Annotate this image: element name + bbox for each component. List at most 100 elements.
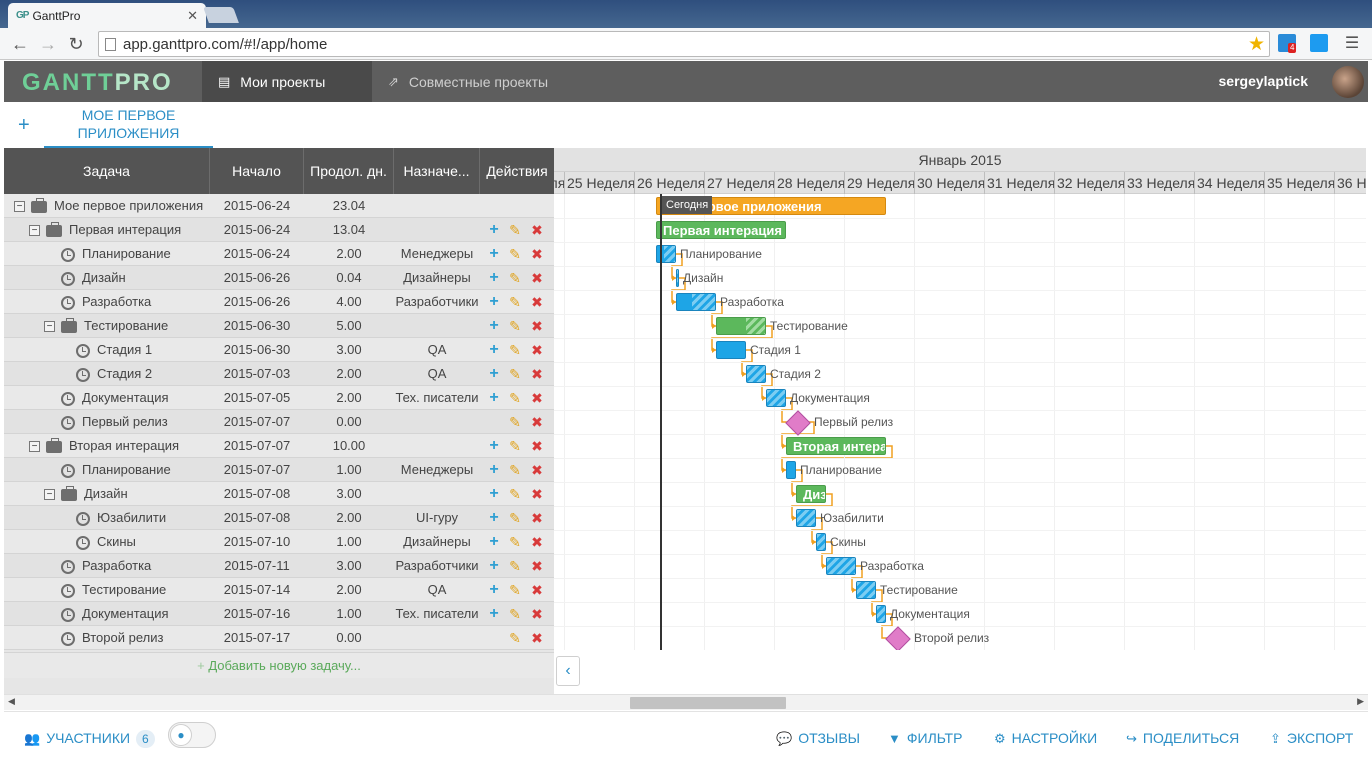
cell-duration[interactable]: 2.00: [304, 362, 394, 386]
cell-duration[interactable]: 5.00: [304, 314, 394, 338]
task-name[interactable]: Первый релиз: [82, 414, 168, 429]
delete-x-icon[interactable]: ✖: [529, 338, 545, 362]
cell-start[interactable]: 2015-07-10: [210, 530, 304, 554]
cell-assignee[interactable]: [394, 410, 480, 434]
delete-x-icon[interactable]: ✖: [529, 242, 545, 266]
collapse-grid-chevron-icon[interactable]: ‹: [556, 656, 580, 686]
edit-pencil-icon[interactable]: ✎: [507, 314, 523, 338]
add-subtask-icon[interactable]: +: [486, 482, 502, 506]
add-subtask-icon[interactable]: +: [486, 266, 502, 290]
edit-pencil-icon[interactable]: ✎: [507, 482, 523, 506]
ganttpro-logo[interactable]: GANTTPRO: [22, 69, 173, 97]
cell-assignee[interactable]: Разработчики: [394, 554, 480, 578]
back-arrow-icon[interactable]: ←: [8, 32, 32, 56]
cell-start[interactable]: 2015-07-17: [210, 626, 304, 650]
cell-start[interactable]: 2015-06-24: [210, 242, 304, 266]
scroll-right-icon[interactable]: ▶: [1357, 696, 1364, 707]
task-name[interactable]: Вторая интерация: [69, 438, 179, 453]
delete-x-icon[interactable]: ✖: [529, 314, 545, 338]
edit-pencil-icon[interactable]: ✎: [507, 554, 523, 578]
task-name[interactable]: Юзабилити: [97, 510, 166, 525]
filter-button[interactable]: ▼ ФИЛЬТР: [888, 728, 962, 748]
collapse-toggle-icon[interactable]: −: [29, 225, 40, 237]
table-row[interactable]: Стадия 1 2015-06-30 3.00 QA + ✎ ✖: [4, 338, 554, 362]
task-name[interactable]: Второй релиз: [82, 630, 163, 645]
task-bar[interactable]: [656, 245, 676, 263]
delete-x-icon[interactable]: ✖: [529, 530, 545, 554]
task-bar[interactable]: [786, 461, 796, 479]
add-subtask-icon[interactable]: +: [486, 314, 502, 338]
delete-x-icon[interactable]: ✖: [529, 578, 545, 602]
edit-pencil-icon[interactable]: ✎: [507, 338, 523, 362]
collapse-toggle-icon[interactable]: −: [14, 201, 25, 213]
add-subtask-icon[interactable]: +: [486, 458, 502, 482]
cell-assignee[interactable]: QA: [394, 338, 480, 362]
cell-assignee[interactable]: Тех. писатели: [394, 602, 480, 626]
add-subtask-icon[interactable]: +: [486, 338, 502, 362]
group-bar[interactable]: Вторая интерация: [786, 437, 886, 455]
delete-x-icon[interactable]: ✖: [529, 218, 545, 242]
task-name[interactable]: Стадия 2: [97, 366, 152, 381]
cell-duration[interactable]: 0.04: [304, 266, 394, 290]
add-subtask-icon[interactable]: +: [486, 386, 502, 410]
cell-assignee[interactable]: [394, 218, 480, 242]
table-row[interactable]: Дизайн 2015-06-26 0.04 Дизайнеры + ✎ ✖: [4, 266, 554, 290]
cell-duration[interactable]: 2.00: [304, 578, 394, 602]
cell-start[interactable]: 2015-07-14: [210, 578, 304, 602]
reviews-button[interactable]: 💬 ОТЗЫВЫ: [776, 728, 860, 748]
group-bar[interactable]: Первая интерация: [656, 221, 787, 239]
table-row[interactable]: Второй релиз 2015-07-17 0.00 ✎ ✖: [4, 626, 554, 650]
column-header-task[interactable]: Задача: [4, 148, 210, 194]
edit-pencil-icon[interactable]: ✎: [507, 410, 523, 434]
table-row[interactable]: − Мое первое приложения 2015-06-24 23.04: [4, 194, 554, 218]
collapse-toggle-icon[interactable]: −: [44, 489, 55, 501]
add-subtask-icon[interactable]: +: [486, 530, 502, 554]
cell-duration[interactable]: 1.00: [304, 458, 394, 482]
cell-duration[interactable]: 23.04: [304, 194, 394, 218]
export-button[interactable]: ⇪ ЭКСПОРТ: [1270, 728, 1353, 748]
task-name[interactable]: Первая интерация: [69, 222, 181, 237]
cell-assignee[interactable]: QA: [394, 362, 480, 386]
tab-close-icon[interactable]: ✕: [187, 8, 198, 24]
delete-x-icon[interactable]: ✖: [529, 434, 545, 458]
task-bar[interactable]: [746, 365, 766, 383]
task-bar[interactable]: [876, 605, 886, 623]
collapse-toggle-icon[interactable]: −: [29, 441, 40, 453]
cell-start[interactable]: 2015-07-16: [210, 602, 304, 626]
browser-tab[interactable]: GP GanttPro ✕: [8, 3, 206, 28]
delete-x-icon[interactable]: ✖: [529, 626, 545, 650]
cell-duration[interactable]: 0.00: [304, 410, 394, 434]
delete-x-icon[interactable]: ✖: [529, 482, 545, 506]
cell-assignee[interactable]: [394, 482, 480, 506]
table-row[interactable]: − Тестирование 2015-06-30 5.00 + ✎ ✖: [4, 314, 554, 338]
task-name[interactable]: Планирование: [82, 246, 171, 261]
delete-x-icon[interactable]: ✖: [529, 410, 545, 434]
task-name[interactable]: Мое первое приложения: [54, 198, 203, 213]
table-row[interactable]: Разработка 2015-06-26 4.00 Разработчики + ✎ ✖: [4, 290, 554, 314]
cell-duration[interactable]: 1.00: [304, 530, 394, 554]
column-header-start[interactable]: Начало: [210, 148, 304, 194]
twitter-extension-icon[interactable]: [1310, 34, 1328, 52]
cell-assignee[interactable]: [394, 194, 480, 218]
group-bar[interactable]: [716, 317, 766, 335]
edit-pencil-icon[interactable]: ✎: [507, 218, 523, 242]
share-button[interactable]: ↪ ПОДЕЛИТЬСЯ: [1126, 728, 1239, 748]
cell-assignee[interactable]: Менеджеры: [394, 242, 480, 266]
delete-x-icon[interactable]: ✖: [529, 554, 545, 578]
address-url[interactable]: app.ganttpro.com/#!/app/home: [123, 36, 327, 53]
task-bar[interactable]: [676, 269, 679, 287]
task-name[interactable]: Скины: [97, 534, 136, 549]
task-bar[interactable]: [796, 509, 816, 527]
cell-assignee[interactable]: Тех. писатели: [394, 386, 480, 410]
cell-duration[interactable]: 3.00: [304, 338, 394, 362]
cell-start[interactable]: 2015-06-24: [210, 194, 304, 218]
edit-pencil-icon[interactable]: ✎: [507, 290, 523, 314]
delete-x-icon[interactable]: ✖: [529, 386, 545, 410]
cell-assignee[interactable]: [394, 626, 480, 650]
delete-x-icon[interactable]: ✖: [529, 506, 545, 530]
task-name[interactable]: Дизайн: [82, 270, 126, 285]
table-row[interactable]: − Дизайн 2015-07-08 3.00 + ✎ ✖: [4, 482, 554, 506]
delete-x-icon[interactable]: ✖: [529, 458, 545, 482]
task-name[interactable]: Документация: [82, 606, 169, 621]
add-project-button[interactable]: +: [18, 114, 30, 137]
